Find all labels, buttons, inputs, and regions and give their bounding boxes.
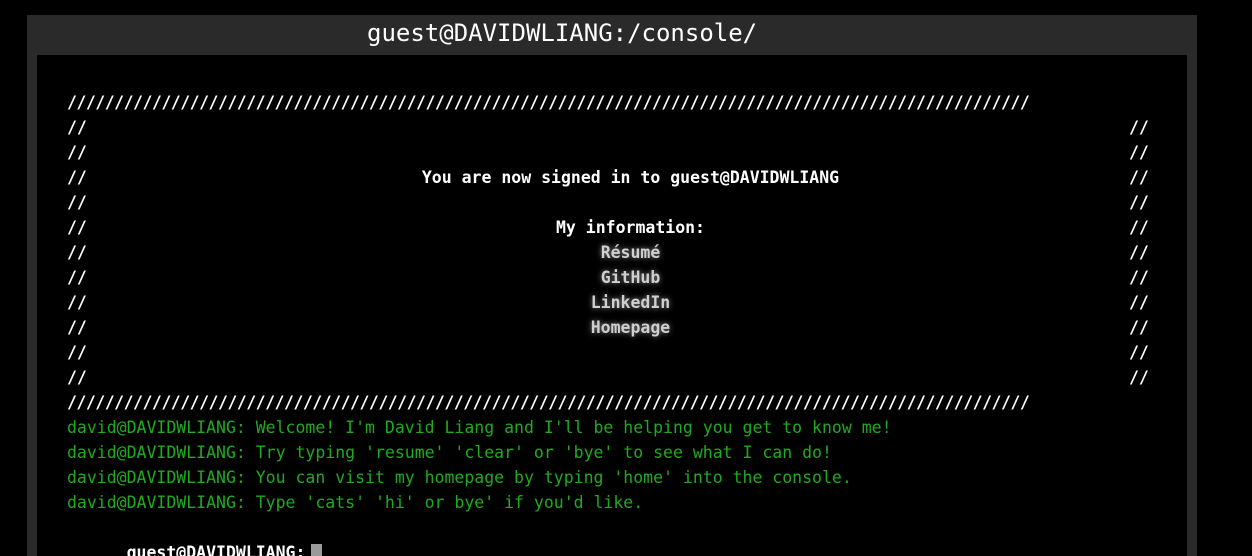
edge-slashes: // xyxy=(67,143,87,162)
info-heading: My information: xyxy=(555,218,705,237)
edge-slashes: // xyxy=(1129,368,1149,387)
edge-slashes: // xyxy=(67,193,87,212)
edge-slashes: // xyxy=(1129,343,1149,362)
message-prefix: david@DAVIDWLIANG: xyxy=(67,443,246,462)
github-link[interactable]: GitHub xyxy=(601,268,661,287)
window-title: guest@DAVIDWLIANG:/console/ xyxy=(367,19,758,47)
linkedin-link[interactable]: LinkedIn xyxy=(591,293,670,312)
edge-slashes: // xyxy=(1129,118,1149,137)
prompt-label: guest@DAVIDWLIANG: xyxy=(126,543,306,556)
signed-in-message: You are now signed in to guest@DAVIDWLIA… xyxy=(421,168,840,187)
message-text: Try typing 'resume' 'clear' or 'bye' to … xyxy=(255,443,832,462)
resume-link[interactable]: Résumé xyxy=(601,243,661,262)
banner-top-border: ////////////////////////////////////////… xyxy=(67,93,1030,112)
edge-slashes: // xyxy=(1129,143,1149,162)
message-prefix: david@DAVIDWLIANG: xyxy=(67,468,246,487)
message-text: Type 'cats' 'hi' or bye' if you'd like. xyxy=(255,493,644,512)
edge-slashes: // xyxy=(67,368,87,387)
console-message: david@DAVIDWLIANG: You can visit my home… xyxy=(67,465,852,490)
text-cursor xyxy=(311,544,323,556)
console-message: david@DAVIDWLIANG: Welcome! I'm David Li… xyxy=(67,415,892,440)
console-message: david@DAVIDWLIANG: Try typing 'resume' '… xyxy=(67,440,832,465)
banner-bottom-border: ////////////////////////////////////////… xyxy=(67,393,1030,412)
message-text: Welcome! I'm David Liang and I'll be hel… xyxy=(255,418,892,437)
edge-slashes: // xyxy=(67,343,87,362)
message-prefix: david@DAVIDWLIANG: xyxy=(67,493,246,512)
console-output[interactable]: ////////////////////////////////////////… xyxy=(37,55,1187,556)
homepage-link[interactable]: Homepage xyxy=(591,318,670,337)
command-input[interactable] xyxy=(267,515,1147,540)
message-prefix: david@DAVIDWLIANG: xyxy=(67,418,246,437)
console-message: david@DAVIDWLIANG: Type 'cats' 'hi' or b… xyxy=(67,490,643,515)
terminal-window: guest@DAVIDWLIANG:/console/ ////////////… xyxy=(27,15,1197,556)
title-bar[interactable]: guest@DAVIDWLIANG:/console/ xyxy=(27,15,1197,55)
edge-slashes: // xyxy=(67,118,87,137)
edge-slashes: // xyxy=(1129,193,1149,212)
message-text: You can visit my homepage by typing 'hom… xyxy=(255,468,852,487)
